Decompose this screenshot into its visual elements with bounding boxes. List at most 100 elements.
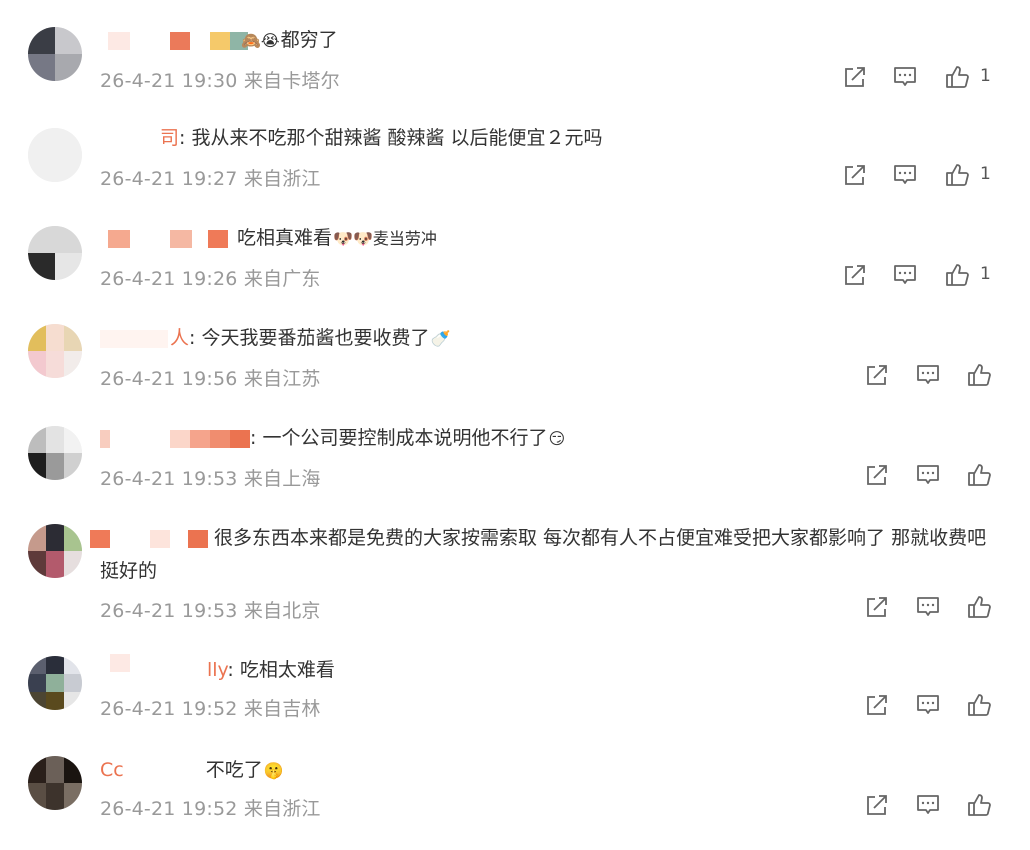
avatar[interactable] — [28, 524, 82, 578]
comment-time: 26-4-21 19:52 — [100, 798, 238, 820]
comment-text: lly: 吃相太难看 — [207, 659, 335, 681]
like-icon — [968, 694, 991, 716]
username-mask — [100, 328, 170, 350]
comment-item: : 一个公司要控制成本说明他不行了😏 26-4-21 19:53 来自上海 — [0, 420, 1030, 510]
comment-body: 我从来不吃那个甜辣酱 酸辣酱 以后能便宜２元吗 — [191, 127, 603, 149]
comment-meta: 26-4-21 19:27 来自浙江 — [100, 164, 321, 191]
reply-button[interactable] — [913, 790, 943, 820]
username[interactable]: 人 — [170, 327, 189, 349]
share-icon — [867, 597, 887, 617]
like-count: 1 — [980, 164, 991, 184]
like-button[interactable] — [942, 62, 972, 92]
comment-body: 一个公司要控制成本说明他不行了 — [262, 427, 548, 449]
comment-time: 26-4-21 19:27 — [100, 168, 238, 190]
comment-text: 🙈😭都穷了 — [240, 24, 1000, 57]
comment-actions — [862, 460, 992, 490]
comment-item: 吃相真难看🐶🐶麦当劳冲 26-4-21 19:26 来自广东 1 — [0, 220, 1030, 310]
comment-actions — [862, 790, 992, 820]
share-icon — [867, 795, 887, 815]
comment-actions: 1 — [840, 62, 1000, 92]
reply-button[interactable] — [913, 592, 943, 622]
username[interactable]: 司 — [160, 127, 179, 149]
reply-button[interactable] — [890, 160, 920, 190]
comment-meta: 26-4-21 19:53 来自北京 — [100, 596, 321, 623]
username-mask — [100, 228, 230, 250]
like-button[interactable] — [964, 360, 994, 390]
comment-body: 都穷了 — [280, 29, 338, 51]
username[interactable]: lly — [207, 659, 227, 681]
share-button[interactable] — [840, 62, 870, 92]
username[interactable]: Cc — [100, 759, 124, 781]
reply-button[interactable] — [913, 690, 943, 720]
reply-button[interactable] — [913, 460, 943, 490]
comment-item: 🙈😭都穷了 26-4-21 19:30 来自卡塔尔 1 — [0, 22, 1030, 112]
comment-actions: 1 — [840, 160, 1000, 190]
share-button[interactable] — [862, 790, 892, 820]
like-button[interactable] — [942, 260, 972, 290]
comment-item: 人: 今天我要番茄酱也要收费了🍼 26-4-21 19:56 来自江苏 — [0, 320, 1030, 410]
comment-icon — [894, 265, 916, 284]
share-icon — [845, 165, 865, 185]
reply-button[interactable] — [913, 360, 943, 390]
share-button[interactable] — [840, 160, 870, 190]
comment-location: 来自浙江 — [243, 168, 321, 190]
comment-actions — [862, 360, 992, 390]
username-mask — [108, 30, 258, 52]
comment-location: 来自广东 — [243, 268, 321, 290]
like-count: 1 — [980, 264, 991, 284]
avatar[interactable] — [28, 128, 82, 182]
emoji: 🤫 — [263, 761, 284, 780]
comment-body: 不吃了 — [205, 759, 263, 781]
comment-item: 司: 我从来不吃那个甜辣酱 酸辣酱 以后能便宜２元吗 26-4-21 19:27… — [0, 120, 1030, 210]
like-icon — [968, 794, 991, 816]
comment-icon — [917, 695, 939, 714]
like-button[interactable] — [964, 790, 994, 820]
avatar[interactable] — [28, 426, 82, 480]
share-icon — [845, 265, 865, 285]
comment-location: 来自浙江 — [243, 798, 321, 820]
comment-time: 26-4-21 19:53 — [100, 600, 238, 622]
comment-time: 26-4-21 19:26 — [100, 268, 238, 290]
like-icon — [946, 66, 969, 88]
share-button[interactable] — [862, 460, 892, 490]
username-mask — [100, 428, 255, 450]
like-button[interactable] — [942, 160, 972, 190]
comment-body: 吃相太难看 — [239, 659, 335, 681]
avatar[interactable] — [28, 226, 82, 280]
comment-item: Cc 不吃了🤫 26-4-21 19:52 来自浙江 — [0, 752, 1030, 842]
comment-time: 26-4-21 19:56 — [100, 368, 238, 390]
comment-meta: 26-4-21 19:52 来自吉林 — [100, 694, 321, 721]
reply-button[interactable] — [890, 62, 920, 92]
like-button[interactable] — [964, 592, 994, 622]
share-button[interactable] — [862, 360, 892, 390]
comment-actions: 1 — [840, 260, 1000, 290]
reply-button[interactable] — [890, 260, 920, 290]
share-button[interactable] — [862, 592, 892, 622]
share-icon — [845, 67, 865, 87]
avatar[interactable] — [28, 324, 82, 378]
comment-icon — [917, 597, 939, 616]
share-icon — [867, 695, 887, 715]
share-button[interactable] — [840, 260, 870, 290]
share-icon — [867, 365, 887, 385]
comment-text: 很多东西本来都是免费的大家按需索取 每次都有人不占便宜难受把大家都影响了 那就收… — [100, 522, 990, 588]
comment-meta: 26-4-21 19:30 来自卡塔尔 — [100, 66, 340, 93]
comment-icon — [917, 365, 939, 384]
comment-time: 26-4-21 19:53 — [100, 468, 238, 490]
comment-actions — [862, 592, 992, 622]
comment-location: 来自北京 — [243, 600, 321, 622]
comment-feed: 🙈😭都穷了 26-4-21 19:30 来自卡塔尔 1 司: 我从来不吃那个甜辣… — [0, 0, 1030, 850]
like-icon — [946, 264, 969, 286]
avatar[interactable] — [28, 756, 82, 810]
comment-actions — [862, 690, 992, 720]
comment-icon — [917, 795, 939, 814]
avatar[interactable] — [28, 27, 82, 81]
share-button[interactable] — [862, 690, 892, 720]
comment-meta: 26-4-21 19:53 来自上海 — [100, 464, 321, 491]
comment-location: 来自卡塔尔 — [243, 70, 340, 92]
comment-location: 来自吉林 — [243, 698, 321, 720]
avatar[interactable] — [28, 656, 82, 710]
like-icon — [946, 164, 969, 186]
like-button[interactable] — [964, 460, 994, 490]
like-button[interactable] — [964, 690, 994, 720]
